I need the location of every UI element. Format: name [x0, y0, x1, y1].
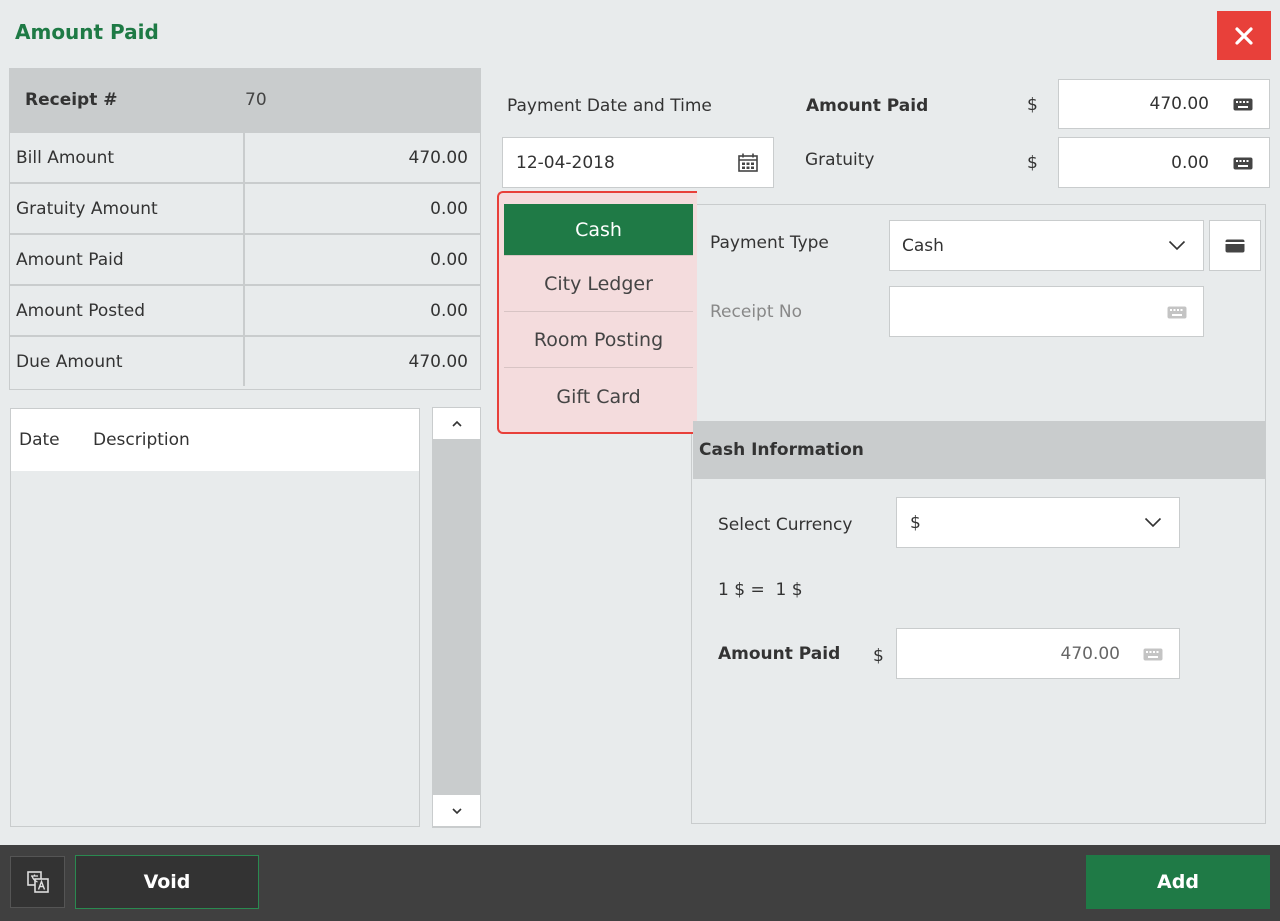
tab-gift-card[interactable]: Gift Card [504, 369, 693, 424]
payment-method-tabs: Cash City Ledger Room Posting Gift Card [497, 191, 697, 434]
receipt-label: Receipt # [25, 90, 118, 110]
gratuity-label: Gratuity [805, 150, 875, 170]
gratuity-currency: $ [1027, 153, 1038, 173]
tab-city-ledger[interactable]: City Ledger [504, 257, 693, 312]
add-button[interactable]: Add [1086, 855, 1270, 909]
tab-cash[interactable]: Cash [504, 204, 693, 256]
currency-select[interactable]: $ [896, 497, 1180, 548]
payment-history-list[interactable]: Date Description [10, 408, 420, 827]
summary-row-label: Gratuity Amount [10, 184, 245, 233]
void-button[interactable]: Void [75, 855, 259, 909]
chevron-up-icon [451, 420, 462, 427]
keyboard-icon[interactable] [1143, 648, 1163, 661]
amount-paid-field[interactable]: 470.00 [1058, 79, 1270, 129]
column-description: Description [93, 430, 190, 450]
receipt-no-field[interactable] [889, 286, 1204, 337]
cash-amount-paid-field[interactable]: 470.00 [896, 628, 1180, 679]
history-header: Date Description [11, 409, 419, 471]
summary-row-label: Bill Amount [10, 133, 245, 182]
amount-paid-label: Amount Paid [806, 96, 929, 116]
history-scrollbar[interactable] [432, 407, 481, 828]
summary-row-value: 0.00 [430, 198, 468, 219]
scroll-down-button[interactable] [432, 794, 481, 827]
summary-row-label: Due Amount [10, 337, 245, 386]
chevron-down-icon [1168, 240, 1186, 251]
receipt-no-label: Receipt No [710, 302, 803, 322]
summary-row-value: 470.00 [408, 351, 468, 372]
calendar-icon[interactable] [738, 153, 758, 172]
summary-row-label: Amount Paid [10, 235, 245, 284]
chevron-down-icon [1144, 517, 1162, 528]
tab-room-posting[interactable]: Room Posting [504, 313, 693, 368]
summary-row-amount-paid: Amount Paid 0.00 [10, 233, 480, 284]
scroll-up-button[interactable] [432, 407, 481, 440]
credit-card-icon [1225, 239, 1245, 252]
receipt-value: 70 [245, 90, 267, 110]
exchange-rate-text: 1 $ = 1 $ [718, 580, 803, 600]
cash-information-heading: Cash Information [693, 421, 1265, 479]
gratuity-field[interactable]: 0.00 [1058, 137, 1270, 188]
summary-row-label: Amount Posted [10, 286, 245, 335]
summary-row-value: 0.00 [430, 300, 468, 321]
payment-type-label: Payment Type [710, 233, 829, 253]
close-button[interactable] [1217, 11, 1271, 60]
summary-row-value: 470.00 [408, 147, 468, 168]
summary-row-bill-amount: Bill Amount 470.00 [10, 131, 480, 182]
summary-table: Receipt # 70 Bill Amount 470.00 Gratuity… [9, 68, 481, 390]
summary-row-amount-posted: Amount Posted 0.00 [10, 284, 480, 335]
card-swipe-button[interactable] [1209, 220, 1261, 271]
cash-amount-value: 470.00 [1060, 643, 1120, 664]
chevron-down-icon [451, 807, 462, 814]
receipt-row: Receipt # 70 [10, 69, 480, 131]
keyboard-icon[interactable] [1167, 306, 1187, 319]
translate-icon [26, 871, 49, 893]
amount-paid-currency: $ [1027, 95, 1038, 115]
dialog-title: Amount Paid [15, 20, 159, 44]
summary-row-gratuity-amount: Gratuity Amount 0.00 [10, 182, 480, 233]
keyboard-icon[interactable] [1233, 157, 1253, 170]
keyboard-icon[interactable] [1233, 98, 1253, 111]
summary-row-due-amount: Due Amount 470.00 [10, 335, 480, 386]
close-icon [1235, 26, 1253, 45]
payment-type-select[interactable]: Cash [889, 220, 1204, 271]
cash-amount-currency: $ [873, 646, 884, 666]
amount-paid-value: 470.00 [1149, 94, 1209, 114]
summary-row-value: 0.00 [430, 249, 468, 270]
payment-date-field[interactable]: 12-04-2018 [502, 137, 774, 188]
language-button[interactable] [10, 856, 65, 908]
payment-type-value: Cash [902, 235, 944, 256]
currency-value: $ [910, 512, 921, 533]
cash-amount-paid-label: Amount Paid [718, 644, 841, 664]
column-date: Date [19, 430, 60, 450]
payment-date-label: Payment Date and Time [507, 96, 712, 116]
payment-date-value: 12-04-2018 [516, 152, 615, 173]
gratuity-value: 0.00 [1171, 152, 1209, 173]
select-currency-label: Select Currency [718, 515, 853, 535]
